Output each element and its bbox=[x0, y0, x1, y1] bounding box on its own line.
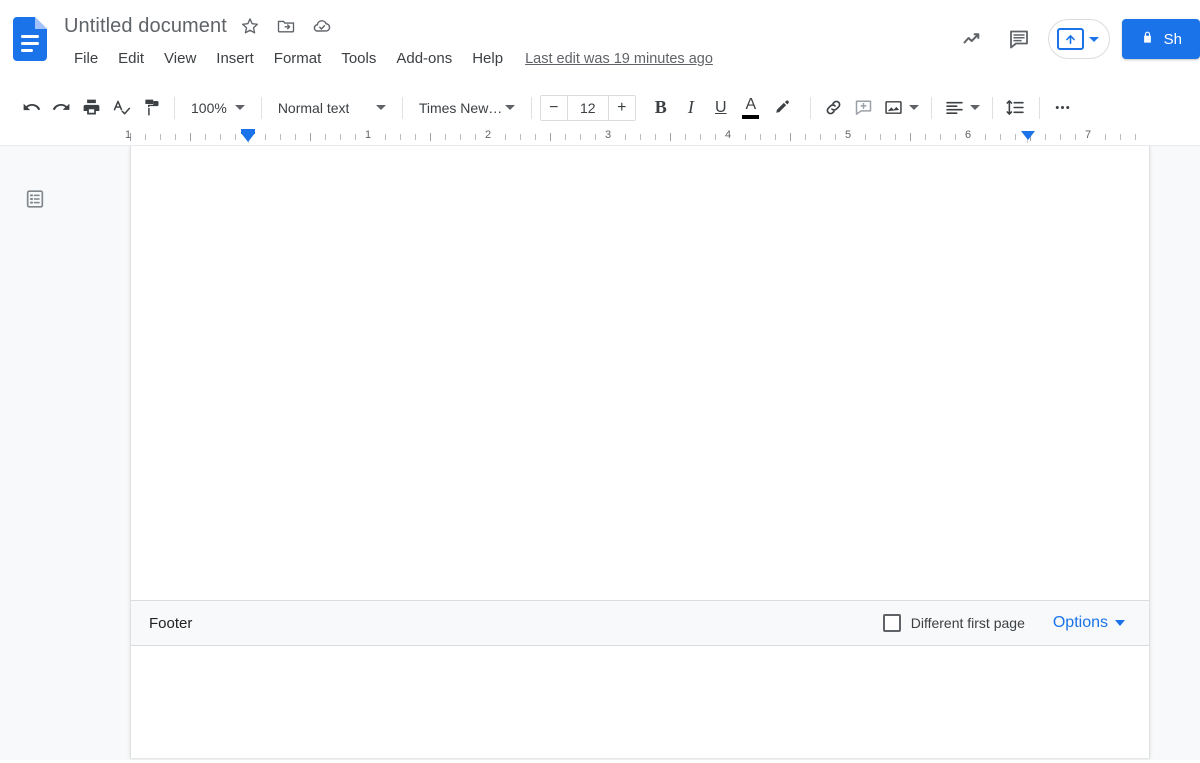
text-color-button[interactable]: A bbox=[736, 93, 766, 123]
chevron-down-icon bbox=[908, 105, 919, 110]
document-page[interactable]: Footer Different first page Options bbox=[130, 146, 1150, 758]
move-to-folder-icon[interactable] bbox=[273, 13, 299, 39]
undo-icon[interactable] bbox=[16, 93, 46, 123]
redo-icon[interactable] bbox=[46, 93, 76, 123]
footer-controls: Different first page Options bbox=[882, 610, 1131, 636]
trending-up-icon[interactable] bbox=[950, 16, 996, 62]
toolbar-divider bbox=[260, 96, 262, 119]
chevron-down-icon bbox=[234, 105, 245, 110]
cloud-check-icon[interactable] bbox=[309, 13, 335, 39]
toolbar-divider bbox=[991, 96, 993, 119]
chevron-down-icon bbox=[375, 105, 386, 110]
toolbar-divider bbox=[530, 96, 532, 119]
star-icon[interactable] bbox=[237, 13, 263, 39]
bold-button[interactable]: B bbox=[646, 93, 676, 123]
different-first-page-label: Different first page bbox=[910, 615, 1025, 631]
toolbar-divider bbox=[809, 96, 811, 119]
ruler-label: 6 bbox=[964, 129, 972, 141]
footer-options-button[interactable]: Options bbox=[1047, 610, 1131, 636]
chevron-down-icon bbox=[969, 105, 980, 110]
underline-button[interactable]: U bbox=[706, 93, 736, 123]
menu-tools[interactable]: Tools bbox=[331, 46, 386, 72]
ruler-label: 1 bbox=[124, 129, 132, 141]
document-outline-icon[interactable] bbox=[20, 184, 50, 214]
comment-icon[interactable] bbox=[996, 16, 1042, 62]
toolbar-divider bbox=[1038, 96, 1040, 119]
paragraph-style-dropdown[interactable]: Normal text bbox=[270, 93, 394, 123]
ruler-label: 3 bbox=[604, 129, 612, 141]
menu-view[interactable]: View bbox=[154, 46, 206, 72]
ruler-label: 7 bbox=[1084, 129, 1092, 141]
last-edit-link[interactable]: Last edit was 19 minutes ago bbox=[525, 48, 713, 70]
title-row: Untitled document bbox=[64, 12, 335, 40]
ruler-track: 1 1 2 3 4 5 6 7 bbox=[125, 128, 1150, 146]
insert-link-icon[interactable] bbox=[819, 93, 849, 123]
text-color-label: A bbox=[745, 95, 757, 113]
toolbar-divider bbox=[930, 96, 932, 119]
document-title[interactable]: Untitled document bbox=[64, 12, 227, 40]
first-line-indent-marker-icon[interactable] bbox=[241, 133, 255, 142]
print-icon[interactable] bbox=[76, 93, 106, 123]
document-body[interactable] bbox=[131, 146, 1149, 600]
line-spacing-icon[interactable] bbox=[1001, 93, 1031, 123]
ruler[interactable]: 1 1 2 3 4 5 6 7 bbox=[0, 128, 1200, 146]
more-options-icon[interactable] bbox=[1048, 93, 1078, 123]
menu-bar: File Edit View Insert Format Tools Add-o… bbox=[64, 46, 713, 72]
different-first-page-checkbox[interactable]: Different first page bbox=[882, 614, 1025, 632]
add-comment-icon[interactable] bbox=[849, 93, 879, 123]
google-docs-logo-icon[interactable] bbox=[10, 13, 50, 65]
menu-help[interactable]: Help bbox=[462, 46, 513, 72]
formatting-toolbar: 100% Normal text Times New… − 12 + B I U… bbox=[8, 86, 1192, 128]
ruler-label: 1 bbox=[364, 129, 372, 141]
font-size-input[interactable]: 12 bbox=[566, 95, 609, 120]
lock-icon bbox=[1140, 30, 1155, 49]
menu-format[interactable]: Format bbox=[264, 46, 332, 72]
chevron-down-icon bbox=[1115, 620, 1125, 626]
footer-label: Footer bbox=[149, 614, 193, 632]
ruler-label: 4 bbox=[724, 129, 732, 141]
header-actions: Sh bbox=[950, 16, 1200, 62]
checkbox-unchecked-icon bbox=[882, 614, 901, 632]
menu-file[interactable]: File bbox=[64, 46, 108, 72]
share-button[interactable]: Sh bbox=[1121, 19, 1200, 59]
present-upload-icon bbox=[1056, 28, 1084, 50]
font-size-increase-button[interactable]: + bbox=[609, 96, 635, 120]
ruler-label: 5 bbox=[844, 129, 852, 141]
toolbar-divider bbox=[174, 96, 175, 119]
google-docs-app: Untitled document File Edit View Insert … bbox=[0, 0, 1200, 763]
menu-edit[interactable]: Edit bbox=[108, 46, 154, 72]
share-button-label: Sh bbox=[1163, 30, 1182, 48]
footer-options-label: Options bbox=[1052, 614, 1108, 631]
paint-format-icon[interactable] bbox=[136, 93, 166, 123]
next-page-area[interactable] bbox=[131, 646, 1149, 758]
app-header: Untitled document File Edit View Insert … bbox=[0, 0, 1200, 86]
document-workspace: Footer Different first page Options bbox=[0, 146, 1200, 760]
footer-edit-bar: Footer Different first page Options bbox=[131, 600, 1149, 646]
present-button[interactable] bbox=[1047, 19, 1110, 59]
paragraph-style-value: Normal text bbox=[277, 99, 350, 116]
font-size-decrease-button[interactable]: − bbox=[541, 96, 567, 120]
highlight-pen-icon[interactable] bbox=[766, 93, 796, 123]
font-size-stepper: − 12 + bbox=[539, 94, 636, 121]
right-indent-marker-icon[interactable] bbox=[1021, 131, 1035, 140]
font-family-dropdown[interactable]: Times New… bbox=[411, 93, 523, 123]
text-color-swatch bbox=[742, 114, 760, 119]
font-family-value: Times New… bbox=[418, 99, 503, 116]
spellcheck-icon[interactable] bbox=[106, 93, 136, 123]
italic-button[interactable]: I bbox=[676, 93, 706, 123]
chevron-down-icon bbox=[1088, 36, 1099, 42]
ruler-label: 2 bbox=[484, 129, 492, 141]
menu-addons[interactable]: Add-ons bbox=[386, 46, 462, 72]
zoom-dropdown[interactable]: 100% bbox=[183, 93, 253, 123]
zoom-value: 100% bbox=[191, 99, 227, 116]
toolbar-divider bbox=[401, 96, 403, 119]
chevron-down-icon bbox=[504, 105, 515, 110]
menu-insert[interactable]: Insert bbox=[206, 46, 264, 72]
align-button[interactable] bbox=[940, 93, 984, 123]
insert-image-button[interactable] bbox=[879, 93, 923, 123]
